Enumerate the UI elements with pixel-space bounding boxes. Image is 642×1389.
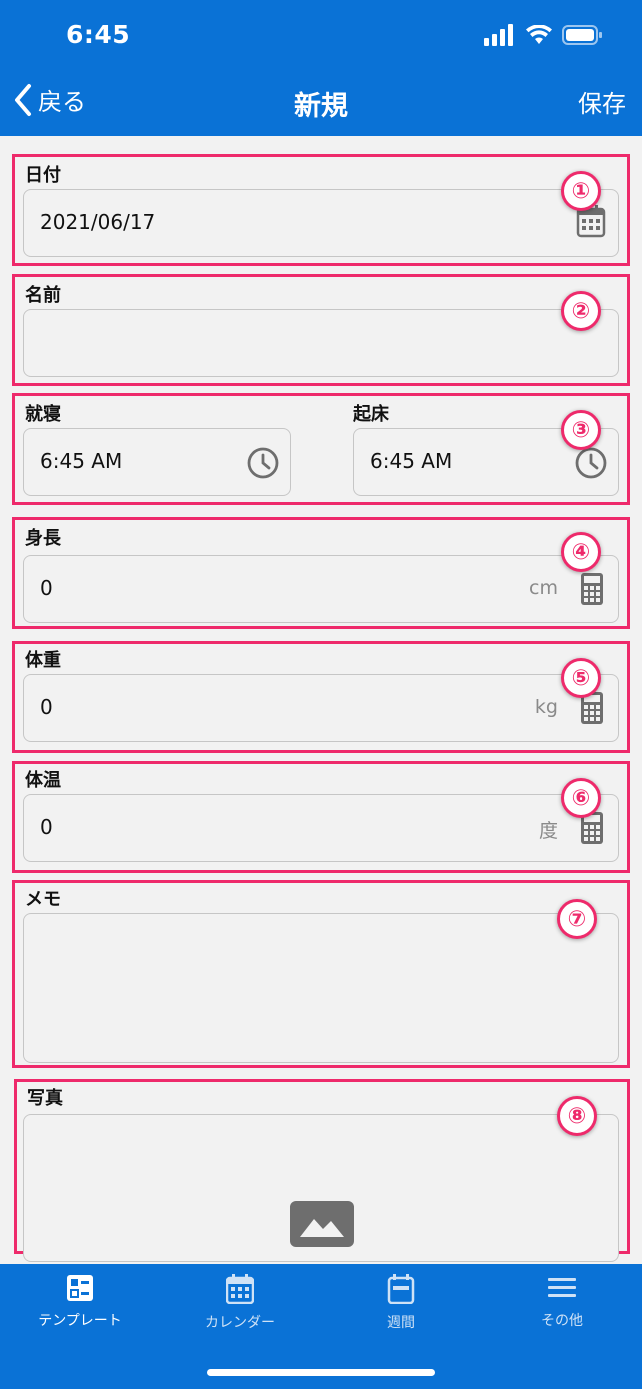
temperature-section: 体温 0 度 ⑥ bbox=[12, 761, 630, 873]
callout-badge-6: ⑥ bbox=[561, 778, 601, 818]
tab-calendar[interactable]: カレンダー bbox=[160, 1274, 320, 1332]
temperature-input[interactable]: 0 度 bbox=[23, 794, 619, 862]
tab-calendar-label: カレンダー bbox=[205, 1315, 275, 1331]
tab-week-label: 週間 bbox=[387, 1315, 415, 1331]
weight-label: 体重 bbox=[25, 650, 61, 671]
image-icon[interactable] bbox=[290, 1201, 354, 1247]
memo-textarea[interactable] bbox=[23, 913, 619, 1063]
template-icon bbox=[67, 1275, 93, 1301]
sleep-time-field[interactable]: 6:45 AM bbox=[23, 428, 291, 496]
sleep-section: 就寝 6:45 AM 起床 6:45 AM ③ bbox=[12, 393, 630, 505]
memo-label: メモ bbox=[25, 889, 61, 910]
tab-other[interactable]: その他 bbox=[482, 1274, 642, 1330]
callout-badge-5: ⑤ bbox=[561, 658, 601, 698]
weight-input[interactable]: 0 kg bbox=[23, 674, 619, 742]
height-input[interactable]: 0 cm bbox=[23, 555, 619, 623]
callout-badge-2: ② bbox=[561, 291, 601, 331]
weight-value: 0 bbox=[40, 695, 53, 719]
memo-section: メモ ⑦ bbox=[12, 880, 630, 1068]
tab-other-label: その他 bbox=[541, 1313, 583, 1329]
date-value: 2021/06/17 bbox=[40, 210, 156, 234]
height-label: 身長 bbox=[25, 528, 61, 549]
temperature-label: 体温 bbox=[25, 770, 61, 791]
date-section: 日付 2021/06/17 ① bbox=[12, 154, 630, 266]
callout-badge-1: ① bbox=[561, 171, 601, 211]
signal-icon bbox=[484, 24, 513, 46]
tab-template[interactable]: テンプレート bbox=[0, 1274, 160, 1330]
sleep-time-value: 6:45 AM bbox=[40, 449, 123, 473]
status-time: 6:45 bbox=[66, 20, 131, 49]
wifi-icon bbox=[526, 25, 552, 44]
wake-label: 起床 bbox=[353, 404, 389, 425]
form-content: 日付 2021/06/17 ① 名前 ② 就寝 6:45 AM 起床 6:45 … bbox=[0, 136, 642, 1264]
clock-icon bbox=[247, 447, 279, 479]
callout-badge-3: ③ bbox=[561, 410, 601, 450]
callout-badge-4: ④ bbox=[561, 532, 601, 572]
week-icon bbox=[387, 1274, 415, 1305]
height-section: 身長 0 cm ④ bbox=[12, 517, 630, 629]
photo-section: 写真 ⑧ bbox=[14, 1079, 630, 1262]
menu-icon bbox=[548, 1278, 576, 1297]
calendar-icon bbox=[225, 1274, 255, 1305]
name-label: 名前 bbox=[25, 285, 61, 306]
calculator-icon bbox=[581, 573, 603, 605]
weight-unit: kg bbox=[534, 696, 558, 718]
tab-week[interactable]: 週間 bbox=[321, 1274, 481, 1332]
page-title: 新規 bbox=[294, 91, 348, 122]
date-field[interactable]: 2021/06/17 bbox=[23, 189, 619, 257]
save-button[interactable]: 保存 bbox=[578, 84, 626, 119]
home-indicator[interactable] bbox=[207, 1369, 435, 1376]
status-icons bbox=[484, 24, 602, 46]
sleep-label: 就寝 bbox=[25, 404, 61, 425]
callout-badge-8: ⑧ bbox=[557, 1096, 597, 1136]
clock-icon bbox=[575, 447, 607, 479]
photo-label: 写真 bbox=[27, 1088, 63, 1109]
name-input[interactable] bbox=[23, 309, 619, 377]
tab-template-label: テンプレート bbox=[38, 1313, 122, 1329]
photo-area[interactable] bbox=[23, 1114, 619, 1262]
top-bar: 6:45 戻る 新規 保存 bbox=[0, 0, 642, 136]
date-label: 日付 bbox=[25, 165, 61, 186]
name-section: 名前 ② bbox=[12, 274, 630, 386]
battery-icon bbox=[562, 25, 602, 45]
weight-section: 体重 0 kg ⑤ bbox=[12, 641, 630, 753]
temperature-value: 0 bbox=[40, 815, 53, 839]
temperature-unit: 度 bbox=[538, 820, 558, 842]
height-value: 0 bbox=[40, 576, 53, 600]
wake-time-value: 6:45 AM bbox=[370, 449, 453, 473]
callout-badge-7: ⑦ bbox=[557, 899, 597, 939]
height-unit: cm bbox=[529, 577, 558, 599]
